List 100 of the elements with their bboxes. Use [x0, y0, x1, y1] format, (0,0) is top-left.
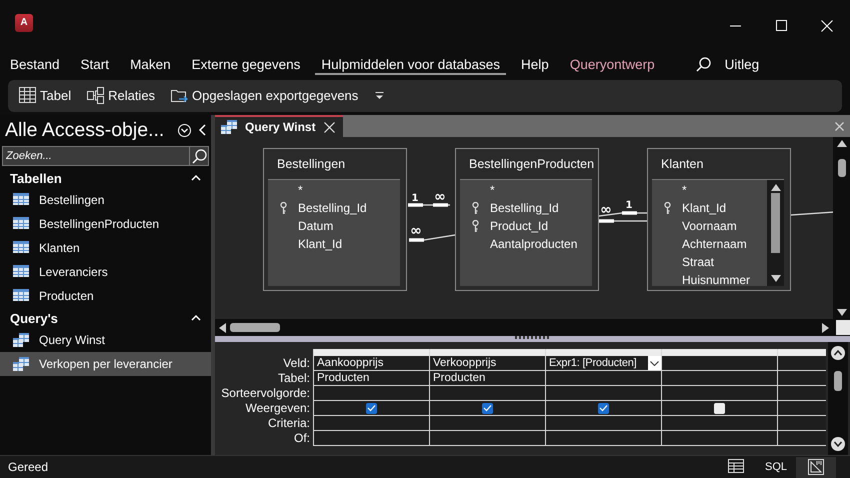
field-name[interactable]: Bestelling_Id	[490, 201, 559, 216]
grid-cell[interactable]	[662, 416, 777, 432]
field-name[interactable]: *	[490, 183, 495, 198]
grid-cell[interactable]	[778, 386, 826, 402]
grid-cell[interactable]	[662, 431, 777, 446]
field-name[interactable]: Klant_Id	[682, 201, 726, 216]
scroll-down-icon[interactable]	[836, 309, 846, 318]
grid-cell[interactable]	[778, 356, 826, 372]
grid-cell[interactable]	[546, 431, 661, 446]
field-name[interactable]: Klant_Id	[298, 237, 342, 252]
dropdown-circle-icon[interactable]	[178, 124, 191, 137]
nav-item[interactable]: Klanten	[0, 236, 211, 260]
grid-cell[interactable]	[546, 371, 661, 386]
table-card[interactable]: Klanten * Klant_Id Voornaam Achternaam Straat Huisnummer	[647, 148, 791, 292]
field-name[interactable]: Voornaam	[682, 219, 737, 234]
scroll-right-icon[interactable]	[822, 322, 830, 333]
nav-item[interactable]: Verkopen per leverancier	[0, 352, 211, 376]
column-selector[interactable]	[778, 349, 826, 356]
checkbox[interactable]	[714, 402, 725, 414]
scrollbar[interactable]	[828, 342, 848, 456]
grid-cell[interactable]: Verkoopprijs	[430, 356, 545, 372]
field-name[interactable]: *	[682, 183, 687, 198]
splitter[interactable]	[215, 336, 850, 342]
ribbon-tab[interactable]: Maken	[120, 50, 181, 79]
group-header[interactable]: Query's	[0, 308, 211, 328]
field-name[interactable]: Straat	[682, 255, 714, 270]
field-name[interactable]: Achternaam	[682, 237, 747, 252]
collapse-chevron-icon[interactable]	[199, 124, 207, 136]
nav-item[interactable]: Producten	[0, 284, 211, 308]
chevron-icon[interactable]	[191, 174, 201, 182]
nav-item[interactable]: Query Winst	[0, 328, 211, 352]
scroll-left-icon[interactable]	[218, 322, 226, 333]
ribbon-tab[interactable]: Hulpmiddelen voor databases	[311, 50, 510, 79]
ribbon-tab[interactable]: Queryontwerp	[560, 50, 665, 79]
column-selector[interactable]	[546, 349, 661, 356]
grid-cell[interactable]	[662, 356, 777, 372]
scrollbar[interactable]	[767, 180, 784, 286]
grid-cell[interactable]	[778, 401, 826, 416]
ribbon-tab[interactable]: Start	[70, 50, 120, 79]
nav-item[interactable]: Bestellingen	[0, 188, 211, 212]
grid-cell[interactable]	[662, 371, 777, 386]
search-icon[interactable]	[696, 56, 711, 72]
grid-cell[interactable]: Producten	[430, 371, 545, 386]
checkbox[interactable]	[366, 402, 377, 414]
search-button[interactable]	[189, 146, 209, 166]
nav-item[interactable]: Leveranciers	[0, 260, 211, 284]
view-button[interactable]: SQL	[756, 456, 796, 478]
chevron-icon[interactable]	[191, 314, 201, 322]
grid-cell[interactable]	[430, 386, 545, 402]
grid-cell[interactable]: Aankoopprijs	[314, 356, 429, 372]
grid-cell[interactable]	[778, 416, 826, 432]
table-card[interactable]: Bestellingen * Bestelling_Id Datum Klant_Id	[263, 148, 407, 292]
scroll-thumb[interactable]	[771, 193, 780, 254]
field-name[interactable]: Huisnummer	[682, 273, 750, 286]
scroll-down-icon[interactable]	[831, 437, 845, 452]
checkbox[interactable]	[482, 402, 493, 414]
grid-cell[interactable]	[430, 401, 545, 416]
field-name[interactable]: Datum	[298, 219, 334, 234]
grid-cell[interactable]	[778, 371, 826, 386]
grid-cell[interactable]	[662, 386, 777, 402]
toolbar-button[interactable]: Relaties	[82, 84, 160, 108]
grid-cell[interactable]: Producten	[314, 371, 429, 386]
column-selector[interactable]	[662, 349, 777, 356]
search-field[interactable]: Zoeken...	[2, 146, 189, 166]
scroll-down-icon[interactable]	[770, 275, 780, 284]
scroll-thumb[interactable]	[230, 323, 280, 332]
grid-cell[interactable]	[314, 386, 429, 402]
grid-cell[interactable]	[662, 401, 777, 416]
document-tab[interactable]: Query Winst	[215, 115, 343, 138]
scroll-thumb[interactable]	[834, 370, 842, 391]
maximize-icon[interactable]	[776, 20, 786, 32]
group-header[interactable]: Tabellen	[0, 168, 211, 188]
field-name[interactable]: *	[298, 183, 303, 198]
grid-cell[interactable]	[546, 386, 661, 402]
grid-cell[interactable]	[430, 416, 545, 432]
column-selector[interactable]	[430, 349, 545, 356]
grid-cell[interactable]	[314, 416, 429, 432]
toolbar-button[interactable]: Tabel	[14, 84, 76, 108]
grid-cell[interactable]	[314, 431, 429, 446]
overflow-caret-icon[interactable]	[375, 92, 384, 100]
scroll-thumb[interactable]	[838, 159, 846, 178]
grid-cell[interactable]	[430, 431, 545, 446]
view-button[interactable]	[796, 456, 836, 478]
table-card[interactable]: BestellingenProducten * Bestelling_Id Product_Id Aantalproducten	[455, 148, 599, 292]
column-selector[interactable]	[314, 349, 429, 356]
ribbon-tab[interactable]: Externe gegevens	[182, 50, 310, 79]
dropdown-button[interactable]	[648, 356, 661, 370]
checkbox[interactable]	[598, 402, 609, 414]
toolbar-button[interactable]: Opgeslagen exportgegevens	[166, 84, 364, 108]
grid-cell[interactable]	[778, 431, 826, 446]
grid-cell[interactable]	[546, 416, 661, 432]
field-name[interactable]: Bestelling_Id	[298, 201, 367, 216]
field-name[interactable]: Product_Id	[490, 219, 548, 234]
scroll-up-icon[interactable]	[831, 346, 845, 360]
field-name[interactable]: Aantalproducten	[490, 237, 578, 252]
close-icon[interactable]	[324, 122, 335, 133]
grid-cell[interactable]	[314, 401, 429, 416]
nav-item[interactable]: BestellingenProducten	[0, 212, 211, 236]
grid-cell[interactable]	[546, 401, 661, 416]
ribbon-tab[interactable]: Bestand	[0, 50, 70, 79]
